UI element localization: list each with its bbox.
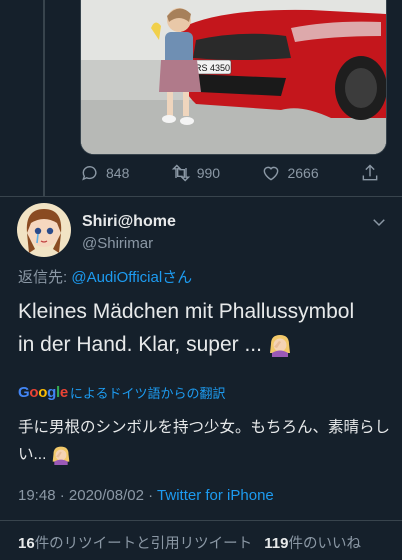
retweets-label: 件のリツイートと引用リツイート bbox=[34, 536, 253, 552]
tweet-time: 19:48 bbox=[18, 487, 56, 504]
stats-divider bbox=[0, 520, 402, 521]
user-handle[interactable]: @Shirimar bbox=[82, 235, 153, 252]
google-logo: Google bbox=[18, 384, 68, 401]
translate-label: によるドイツ語からの翻訳 bbox=[69, 386, 226, 401]
like-icon bbox=[264, 166, 279, 181]
avatar[interactable] bbox=[17, 203, 71, 257]
translated-line-2-wrap: い... bbox=[18, 441, 390, 468]
share-button[interactable] bbox=[360, 163, 380, 183]
tweet-text: Kleines Mädchen mit Phallussymbol in der… bbox=[18, 295, 390, 361]
tweet-text-line-1: Kleines Mädchen mit Phallussymbol bbox=[18, 300, 355, 323]
reply-to-line: 返信先: @AudiOfficialさん bbox=[18, 266, 192, 287]
facepalm-emoji bbox=[52, 446, 70, 465]
likes-count: 119 bbox=[264, 535, 289, 552]
meta-separator-2: · bbox=[148, 487, 154, 504]
chevron-down-icon[interactable] bbox=[370, 213, 388, 231]
translated-text: 手に男根のシンボルを持つ少女。もちろん、素晴らし い... bbox=[18, 414, 390, 468]
reply-prefix: 返信先: bbox=[18, 269, 72, 286]
media-photo: RS 4350 bbox=[81, 0, 386, 154]
translated-line-2: い... bbox=[18, 446, 47, 463]
tweet-date: 2020/08/02 bbox=[68, 487, 144, 504]
reply-icon bbox=[82, 166, 97, 181]
thread-line bbox=[43, 0, 45, 196]
tweet-text-line-2: in der Hand. Klar, super ... bbox=[18, 333, 262, 356]
avatar-image bbox=[17, 203, 71, 257]
share-icon bbox=[362, 164, 378, 181]
reply-count: 848 bbox=[106, 165, 130, 181]
thread-divider bbox=[0, 196, 402, 197]
reply-button[interactable]: 848 bbox=[80, 163, 129, 183]
reply-to-link[interactable]: @AudiOfficialさん bbox=[71, 269, 192, 286]
like-button[interactable]: 2666 bbox=[261, 163, 319, 183]
translated-line-1: 手に男根のシンボルを持つ少女。もちろん、素晴らし bbox=[18, 419, 391, 436]
retweet-icon bbox=[171, 164, 190, 182]
tweet-media-image[interactable]: RS 4350 bbox=[80, 0, 387, 155]
translate-link[interactable]: Google によるドイツ語からの翻訳 bbox=[18, 383, 226, 402]
tweet-text-line-2-wrap: in der Hand. Klar, super ... bbox=[18, 328, 390, 361]
retweets-count: 16 bbox=[18, 535, 35, 552]
meta-separator: · bbox=[59, 487, 65, 504]
tweet-meta: 19:48 · 2020/08/02 · Twitter for iPhone bbox=[18, 487, 274, 504]
display-name[interactable]: Shiri@home bbox=[82, 213, 176, 231]
tweet-action-bar: 848 990 2666 bbox=[80, 160, 380, 186]
facepalm-emoji bbox=[269, 335, 290, 358]
license-plate-text: RS 4350 bbox=[195, 63, 230, 73]
retweets-stat[interactable]: 16件のリツイートと引用リツイート bbox=[18, 535, 253, 552]
likes-stat[interactable]: 119件のいいね bbox=[264, 535, 361, 552]
tweet-source-link[interactable]: Twitter for iPhone bbox=[157, 487, 274, 504]
retweet-button[interactable]: 990 bbox=[171, 163, 220, 183]
tweet-stats: 16件のリツイートと引用リツイート 119件のいいね bbox=[18, 532, 361, 553]
retweet-count: 990 bbox=[196, 165, 221, 181]
like-count: 2666 bbox=[287, 165, 319, 181]
likes-label: 件のいいね bbox=[288, 536, 361, 552]
